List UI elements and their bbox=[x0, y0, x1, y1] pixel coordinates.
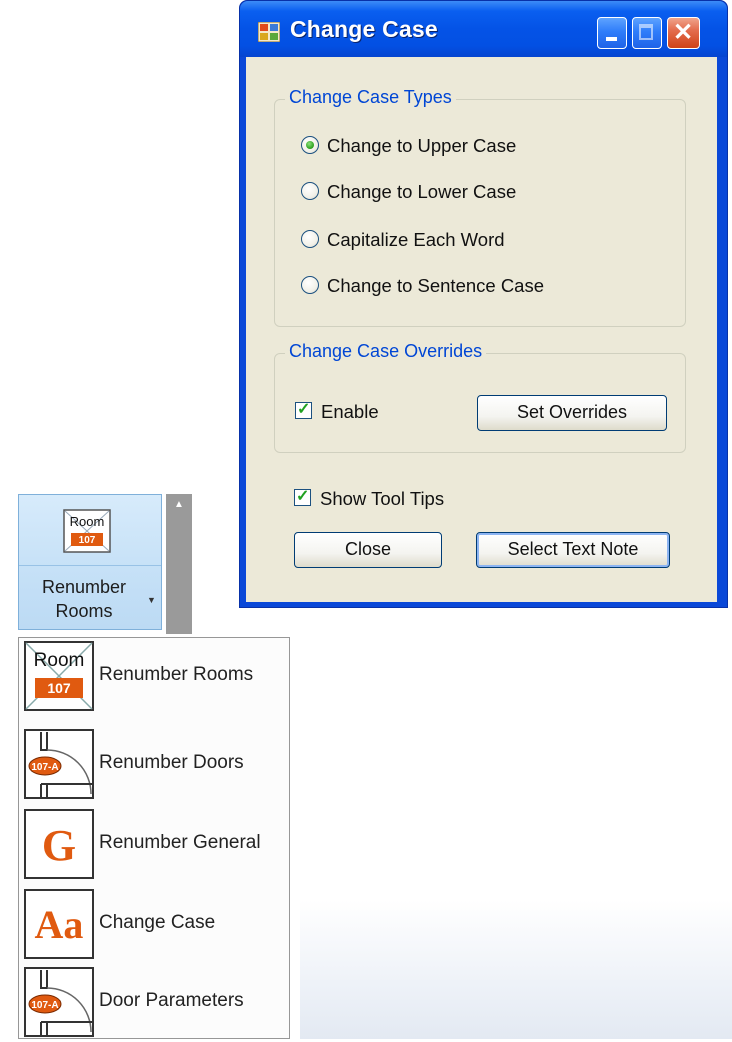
door-tag-text: 107-A bbox=[31, 1000, 58, 1011]
close-window-button[interactable]: ✕ bbox=[667, 17, 700, 49]
menu-item-renumber-rooms[interactable]: Room 107 Renumber Rooms bbox=[19, 638, 289, 716]
enable-checkbox[interactable]: ✓ bbox=[295, 401, 312, 419]
radio-button[interactable] bbox=[301, 230, 319, 248]
room-107-icon: Room 107 bbox=[63, 509, 111, 553]
menu-item-label: Renumber Rooms bbox=[99, 664, 254, 685]
show-tool-tips-label: Show Tool Tips bbox=[320, 488, 445, 509]
maximize-icon bbox=[639, 24, 653, 40]
radio-button[interactable] bbox=[301, 136, 319, 154]
general-letter: G bbox=[42, 821, 76, 870]
background-gradient bbox=[300, 900, 732, 1039]
door-107a-icon: 107-A bbox=[24, 967, 94, 1037]
close-icon: ✕ bbox=[673, 19, 694, 46]
radio-button[interactable] bbox=[301, 276, 319, 294]
title-bar[interactable]: Change Case ✕ bbox=[240, 1, 727, 57]
checkmark-icon: ✓ bbox=[296, 488, 310, 505]
aa-letters-icon: Aa bbox=[24, 889, 94, 959]
menu-item-label: Renumber Doors bbox=[99, 752, 244, 773]
minimize-icon bbox=[606, 37, 617, 41]
app-window-icon bbox=[258, 22, 280, 42]
chevron-down-icon[interactable]: ▼ bbox=[147, 595, 156, 605]
room-icon-text: Room bbox=[34, 650, 85, 671]
menu-item-label: Change Case bbox=[99, 912, 216, 933]
radio-label: Change to Lower Case bbox=[327, 181, 517, 202]
dialog-title: Change Case bbox=[290, 16, 438, 42]
radio-label: Capitalize Each Word bbox=[327, 229, 505, 250]
enable-label: Enable bbox=[321, 401, 379, 422]
room-107-icon: Room 107 bbox=[24, 641, 94, 711]
close-button[interactable]: Close bbox=[294, 532, 442, 568]
dialog-client-area: Change Case Types Change to Upper Case C… bbox=[246, 57, 717, 602]
case-letters: Aa bbox=[35, 902, 84, 947]
radio-button[interactable] bbox=[301, 182, 319, 200]
ribbon-button-label: Renumber Rooms bbox=[41, 577, 127, 621]
renumber-dropdown-menu: Room 107 Renumber Rooms 107-A Renumber D… bbox=[18, 637, 290, 1039]
menu-item-renumber-doors[interactable]: 107-A Renumber Doors bbox=[19, 726, 289, 804]
minimize-button[interactable] bbox=[597, 17, 627, 49]
scroll-up-icon[interactable]: ▲ bbox=[172, 500, 186, 510]
g-letter-icon: G bbox=[24, 809, 94, 879]
door-tag-text: 107-A bbox=[31, 762, 58, 773]
change-case-types-group: Change Case Types Change to Upper Case C… bbox=[274, 87, 686, 327]
split-divider bbox=[19, 565, 161, 566]
menu-item-change-case[interactable]: Aa Change Case bbox=[19, 886, 289, 964]
radio-selected-dot bbox=[306, 141, 314, 149]
radio-label: Change to Sentence Case bbox=[327, 275, 545, 296]
menu-item-label: Renumber General bbox=[99, 832, 261, 853]
checkmark-icon: ✓ bbox=[297, 401, 311, 418]
radio-label: Change to Upper Case bbox=[327, 135, 517, 156]
door-107a-icon: 107-A bbox=[24, 729, 94, 799]
group-legend: Change Case Overrides bbox=[285, 341, 487, 362]
room-number-text: 107 bbox=[79, 535, 96, 546]
menu-item-renumber-general[interactable]: G Renumber General bbox=[19, 806, 289, 884]
menu-item-label: Door Parameters bbox=[99, 990, 244, 1011]
show-tool-tips-checkbox[interactable]: ✓ bbox=[294, 488, 311, 506]
renumber-rooms-split-button[interactable]: Room 107 Renumber Rooms ▼ bbox=[18, 494, 162, 630]
group-legend: Change Case Types bbox=[285, 87, 456, 108]
menu-item-door-parameters[interactable]: 107-A Door Parameters bbox=[19, 964, 289, 1042]
ribbon-panel: Room 107 Renumber Rooms ▼ ▲ bbox=[14, 494, 204, 639]
set-overrides-button[interactable]: Set Overrides bbox=[477, 395, 667, 431]
select-text-note-button[interactable]: Select Text Note bbox=[476, 532, 670, 568]
room-icon-text: Room bbox=[70, 514, 105, 529]
maximize-button[interactable] bbox=[632, 17, 662, 49]
room-number-text: 107 bbox=[47, 680, 71, 696]
change-case-dialog: Change Case ✕ Change Case Types Change t… bbox=[239, 0, 728, 608]
ribbon-scrollbar[interactable]: ▲ bbox=[166, 494, 192, 634]
